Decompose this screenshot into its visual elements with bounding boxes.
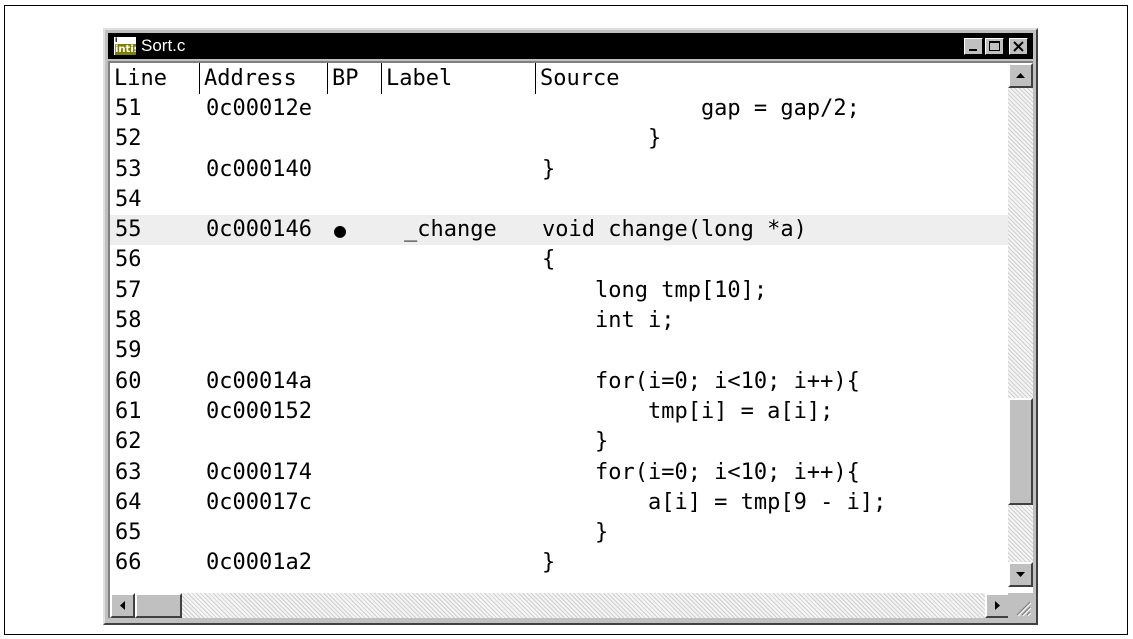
vertical-scroll-thumb[interactable] [1008,398,1033,505]
source-line-row[interactable]: 57 long tmp[10]; [110,276,1010,306]
source-line-row[interactable]: 53 0c000140} [110,155,1010,185]
source-code: tmp[i] = a[i]; [542,398,834,424]
minimize-button[interactable] [964,38,983,55]
line-number: 63 [115,459,142,485]
close-icon [1013,41,1024,52]
source-line-row[interactable]: 61 0c000152 tmp[i] = a[i]; [110,397,1010,427]
source-code: } [542,126,662,152]
window-title: Sort.c [141,36,186,55]
line-number: 60 [115,368,142,394]
horizontal-scrollbar[interactable] [110,593,1010,618]
column-header-source[interactable]: Source [536,63,1010,94]
resize-grip-icon [1016,601,1032,617]
source-code: } [542,550,556,576]
resize-grip[interactable] [1008,593,1033,618]
arrow-down-icon [1016,572,1025,577]
column-header-label[interactable]: Label [382,63,536,94]
line-number: 55 [115,217,142,243]
source-code: int i; [542,308,675,334]
address-cell: 0c000146 [206,217,312,243]
address-cell: 0c00012e [206,96,312,121]
maximize-icon [989,41,1000,51]
horizontal-scroll-thumb[interactable] [135,593,182,618]
breakpoint-marker[interactable]: ● [334,215,346,245]
address-cell: 0c000152 [206,398,312,424]
source-line-row[interactable]: 54 [110,185,1010,215]
line-number: 52 [115,126,142,152]
title-bar[interactable]: i intis Sort.c [108,33,1033,59]
column-header-address[interactable]: Address [200,63,328,94]
source-line-row[interactable]: 64 0c00017c a[i] = tmp[9 - i]; [110,488,1010,518]
address-cell: 0c00017c [206,489,312,515]
source-code: void change(long *a) [542,217,807,243]
line-number: 65 [115,520,142,546]
line-number: 66 [115,550,142,576]
source-line-row[interactable]: 62 } [110,427,1010,457]
source-line-row[interactable]: 51 0c00012e gap = gap/2; [110,94,1010,124]
line-number: 62 [115,429,142,455]
scroll-down-button[interactable] [1008,562,1033,587]
column-header: Line Address BP Label Source [110,63,1010,94]
address-cell: 0c00014a [206,368,312,394]
source-line-row[interactable]: 52 } [110,124,1010,154]
app-icon-label-bottom: intis [115,44,136,55]
label-cell: _change [404,217,497,243]
scroll-up-button[interactable] [1008,63,1033,88]
app-icon[interactable]: i intis [114,37,136,55]
column-header-bp[interactable]: BP [328,63,382,94]
vertical-scrollbar[interactable] [1008,63,1033,587]
source-line-row[interactable]: 63 0c000174 for(i=0; i<10; i++){ [110,458,1010,488]
line-number: 57 [115,277,142,303]
line-number: 58 [115,308,142,334]
source-code: } [542,520,609,546]
line-number: 64 [115,489,142,515]
line-number: 54 [115,186,142,212]
minimize-icon [969,49,977,51]
source-code: for(i=0; i<10; i++){ [542,459,860,485]
source-code: { [542,247,556,273]
source-window: i intis Sort.c Line Address BP Label Sou… [103,28,1038,625]
address-cell: 0c000174 [206,459,312,485]
arrow-left-icon [120,601,125,610]
scroll-left-button[interactable] [110,593,135,618]
app-icon-label-top: i [115,37,118,44]
source-view: Line Address BP Label Source 51 0c00012e … [108,61,1033,618]
source-line-list: 51 0c00012e gap = gap/2; 52 } 53 0c000140} 54… [110,94,1010,579]
close-button[interactable] [1009,38,1028,55]
line-number: 59 [115,338,142,364]
line-number: 56 [115,247,142,273]
line-number: 61 [115,398,142,424]
line-number: 51 [115,96,142,121]
source-code: gap = gap/2; [542,96,860,121]
arrow-up-icon [1016,73,1025,78]
source-code: a[i] = tmp[9 - i]; [542,489,887,515]
address-cell: 0c000140 [206,156,312,182]
address-cell: 0c0001a2 [206,550,312,576]
source-code: long tmp[10]; [542,277,768,303]
source-line-row[interactable]: 65 } [110,518,1010,548]
source-line-row[interactable]: 60 0c00014a for(i=0; i<10; i++){ [110,367,1010,397]
source-code: for(i=0; i<10; i++){ [542,368,860,394]
source-code: } [542,429,609,455]
maximize-button[interactable] [985,38,1004,55]
source-line-row[interactable]: 66 0c0001a2} [110,548,1010,578]
line-number: 53 [115,156,142,182]
scroll-right-button[interactable] [985,593,1010,618]
source-line-row[interactable]: 58 int i; [110,306,1010,336]
column-header-line[interactable]: Line [110,63,200,94]
source-line-row[interactable]: 55 0c000146 ● _change void change(long *a) [110,215,1010,246]
source-line-row[interactable]: 56 { [110,245,1010,275]
arrow-right-icon [995,601,1000,610]
source-line-row[interactable]: 59 [110,336,1010,366]
source-code: } [542,156,556,182]
